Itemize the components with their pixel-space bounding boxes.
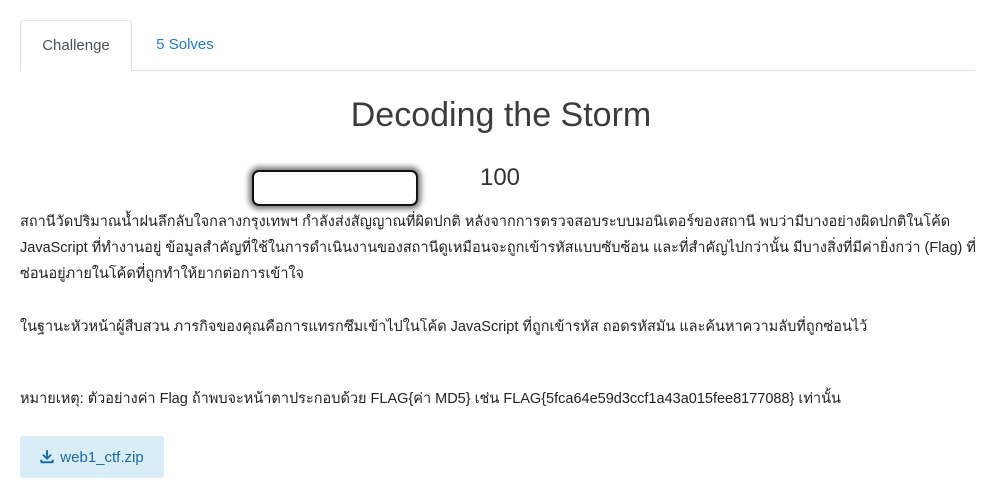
tab-solves[interactable]: 5 Solves bbox=[140, 20, 230, 70]
description-paragraph-1: สถานีวัดปริมาณน้ำฝนลึกลับใจกลางกรุงเทพฯ … bbox=[20, 214, 976, 282]
flag-format-note: หมายเหตุ: ตัวอย่างค่า Flag ถ้าพบจะหน้าตา… bbox=[20, 391, 841, 407]
challenge-points: 100 bbox=[479, 164, 521, 191]
description-paragraph-2: ในฐานะหัวหน้าผู้สืบสวน ภารกิจของคุณคือกา… bbox=[20, 319, 868, 335]
tab-challenge[interactable]: Challenge bbox=[20, 20, 132, 71]
redaction-box bbox=[252, 170, 418, 206]
download-icon bbox=[40, 450, 54, 464]
challenge-title: Decoding the Storm bbox=[350, 96, 652, 134]
challenge-tabs: Challenge 5 Solves bbox=[20, 20, 975, 71]
download-file-button[interactable]: web1_ctf.zip bbox=[20, 436, 164, 478]
download-filename: web1_ctf.zip bbox=[60, 448, 144, 466]
